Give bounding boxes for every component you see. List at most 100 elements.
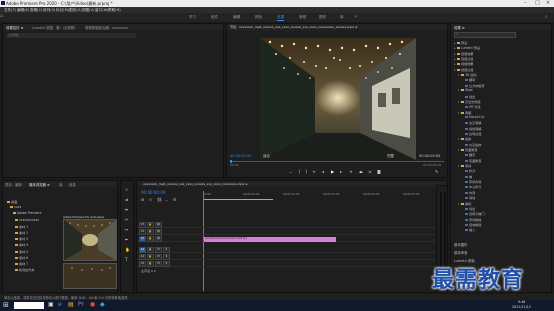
effects-item[interactable]: ▸ 预设	[454, 40, 467, 45]
minimize-button[interactable]: –	[524, 0, 527, 6]
mark-in-icon[interactable]: {	[298, 169, 301, 174]
effects-item[interactable]: ▾ 擦除	[458, 201, 471, 206]
tab-sequence[interactable]: xxxxxxxx_mp4_xxxxxx_xxx_xxxx_xxxxxx_xxx_…	[143, 182, 247, 186]
workspace-learn[interactable]: 学习	[189, 15, 196, 20]
workspace-assembly[interactable]: 组件	[211, 15, 218, 20]
effects-item[interactable]: ▾ 滑动	[458, 163, 471, 168]
effects-search-input[interactable]: ⌕	[454, 32, 516, 38]
media-thumbnail[interactable]	[63, 219, 117, 261]
mark-out-icon[interactable]: }	[305, 169, 308, 174]
effects-item[interactable]: 划出	[462, 94, 475, 99]
tab-program[interactable]: 节目：xxxxxxxx_mp4_xxxxxx_xxx_xxxx_xxxxxx_x…	[230, 25, 357, 29]
effects-item[interactable]: 立方体旋转	[462, 83, 484, 88]
effects-item[interactable]: ▾ 3D 运动	[458, 72, 477, 77]
lock-icon[interactable]: 🔒	[147, 261, 154, 267]
ripple-edit-icon[interactable]: ⇹	[125, 207, 128, 212]
taskbar-search-input[interactable]	[14, 302, 44, 309]
work-area-bar[interactable]	[203, 199, 273, 200]
effects-item[interactable]: 交叉溶解	[462, 120, 481, 125]
slip-tool-icon[interactable]: ↔	[125, 227, 128, 232]
effects-item[interactable]: 交叉缩放	[462, 142, 481, 147]
effects-item[interactable]: ▾ 缩放	[458, 136, 471, 141]
app-icon-2[interactable]: ◆	[100, 301, 105, 308]
razor-tool-icon[interactable]: ✂	[125, 217, 128, 222]
step-forward-icon[interactable]: ▸	[340, 169, 342, 174]
effects-item[interactable]: ▾ 页面剥落	[458, 147, 477, 152]
effects-item[interactable]: 带状内滑	[462, 179, 481, 184]
more-workspaces-icon[interactable]: »	[354, 14, 357, 20]
settings-wrench-icon[interactable]: ✎	[435, 169, 438, 174]
timeline-ruler[interactable]: 00:00 00:00:05:00 00:00:10:00 00:00:15:00 00…	[203, 191, 443, 199]
hand-tool-icon[interactable]: ✋	[125, 247, 130, 252]
folder-item[interactable]: 桌面	[7, 199, 17, 204]
effects-item[interactable]: ▾ 溶解	[458, 110, 471, 115]
workspace-libraries[interactable]: 库	[340, 15, 344, 20]
tab-lumetri-scopes[interactable]: Lumetri 范围	[32, 25, 53, 30]
search-icon[interactable]: ⌕	[545, 14, 548, 20]
effects-item[interactable]: 径向擦除	[462, 222, 481, 227]
tab-media-browser[interactable]: 媒体浏览器 ≡	[29, 182, 50, 187]
linked-selection-icon[interactable]: ⛓	[157, 197, 162, 202]
play-icon[interactable]: ▶	[331, 169, 334, 174]
nest-icon[interactable]: ⊞	[141, 197, 144, 202]
effects-item[interactable]: ▸ Lumetri 预设	[454, 45, 480, 50]
effects-item[interactable]: ▾ 沉浸式视频	[458, 99, 480, 104]
effects-item[interactable]: ▸ 音频过渡	[454, 56, 473, 61]
task-view-icon[interactable]: ▣	[48, 301, 54, 308]
master-track-value[interactable]: 0.0	[150, 269, 156, 273]
media-thumbnail-2[interactable]	[63, 263, 117, 289]
program-timecode[interactable]: 00:00:00:00	[230, 154, 251, 158]
effects-item[interactable]: 叠加溶解	[462, 126, 481, 131]
effects-item[interactable]: 插入	[462, 227, 475, 232]
folder-item[interactable]: 新建文件夹	[15, 267, 34, 272]
video-clip-v1[interactable]: xxxxxxxxxxxxxxxxxxxx.mp4 [V]	[204, 237, 336, 242]
effects-item[interactable]: 翻页	[462, 152, 475, 157]
tab-audio-clip-mixer[interactable]: 音频剪辑混合器：xxxxxxxx	[85, 25, 128, 30]
snap-icon[interactable]: ∩	[149, 197, 152, 202]
timeline-settings-icon[interactable]: ⚙	[173, 197, 177, 202]
workspace-graphics[interactable]: 图形	[319, 15, 326, 20]
tab-effect-controls[interactable]: 效果控件 ≡	[6, 25, 23, 30]
tab-project[interactable]: 项目：最新	[5, 182, 22, 187]
windows-start-icon[interactable]: ⊞	[3, 301, 9, 309]
app-icon[interactable]: ●	[90, 301, 95, 308]
effects-item[interactable]: 划出	[462, 206, 475, 211]
workspace-editing[interactable]: 编辑	[233, 15, 240, 20]
add-marker-timeline-icon[interactable]: ⌄	[165, 197, 168, 202]
timeline-timecode[interactable]: 00:00:00:00	[141, 190, 165, 195]
effects-item[interactable]: ▸ 音频效果	[454, 51, 473, 56]
lock-icon[interactable]: 🔒	[147, 236, 154, 242]
panel-tab-item[interactable]: 基本声音	[454, 250, 468, 255]
track-target-toggle[interactable]: A3	[139, 261, 146, 267]
add-marker-icon[interactable]: ⌄	[289, 169, 292, 174]
workspace-audio[interactable]: 音频	[299, 15, 306, 20]
workspace-effects[interactable]: 效果	[277, 15, 285, 21]
effects-item[interactable]: 拆分	[462, 168, 475, 173]
effects-item[interactable]: MorphCut	[462, 115, 484, 119]
effects-item[interactable]: VR 光线	[462, 104, 480, 109]
effects-item[interactable]: 页面剥落	[462, 158, 481, 163]
type-tool-icon[interactable]: T	[125, 257, 127, 262]
edge-icon[interactable]: e	[58, 301, 62, 308]
effects-item[interactable]: 白场过渡	[462, 131, 481, 136]
effects-item[interactable]: ▾ 视频过渡	[454, 67, 473, 72]
folder-item[interactable]: xxxx	[10, 205, 21, 209]
step-back-icon[interactable]: ◂	[322, 169, 324, 174]
explorer-icon[interactable]: ▤	[68, 301, 74, 308]
go-to-out-icon[interactable]: ⇥	[349, 169, 352, 174]
premiere-taskbar-icon[interactable]: Pr	[78, 301, 84, 308]
panel-tab-item[interactable]: 基本图形	[454, 242, 468, 247]
folder-item[interactable]: 素材 2	[15, 230, 28, 235]
folder-item[interactable]: 素材 4	[15, 242, 28, 247]
folder-item[interactable]: 素材 7	[15, 261, 28, 266]
maximize-button[interactable]: □	[535, 0, 540, 6]
track-select-icon[interactable]: ⇉	[125, 197, 128, 202]
effects-item[interactable]: 滑动	[462, 195, 475, 200]
resolution-dropdown[interactable]: 完整	[387, 154, 394, 159]
home-icon[interactable]: ⌂	[0, 13, 3, 19]
folder-item[interactable]: 素材 3	[15, 236, 28, 241]
effects-item[interactable]: 翻转	[462, 77, 475, 82]
effects-item[interactable]: 双侧平推门	[462, 211, 484, 216]
effects-item[interactable]: ▸ 视频效果	[454, 61, 473, 66]
extract-icon[interactable]: ⇲	[368, 169, 371, 174]
